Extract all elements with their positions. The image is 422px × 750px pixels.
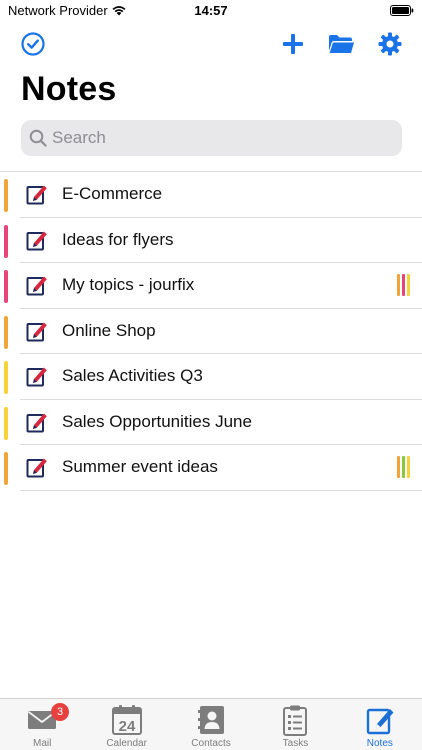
calendar-icon-day: 24 [118, 718, 135, 735]
note-title: Sales Activities Q3 [62, 366, 203, 385]
note-row[interactable]: Summer event ideas [4, 445, 422, 491]
note-row[interactable]: Sales Opportunities June [4, 400, 422, 445]
note-color-bar [4, 270, 8, 303]
note-title: Ideas for flyers [62, 229, 174, 249]
calendar-icon: 24 [111, 705, 142, 735]
note-row[interactable]: Sales Activities Q3 [4, 354, 422, 400]
notes-list: E-Commerce Ideas for flyers My topics - jo… [0, 171, 422, 491]
settings-button[interactable] [376, 30, 404, 58]
note-tag-indicators [397, 274, 410, 296]
note-title: Sales Opportunities June [62, 411, 252, 431]
note-color-bar [4, 452, 8, 485]
note-title: E-Commerce [62, 184, 163, 203]
notes-icon [366, 708, 394, 735]
note-color-bar [4, 406, 8, 440]
tab-label-contacts: Contacts [191, 738, 231, 749]
mail-badge: 3 [51, 703, 69, 721]
note-tag [397, 456, 400, 478]
tab-label-calendar: Calendar [106, 738, 147, 749]
page-title: Notes [21, 70, 117, 108]
edit-note-icon [26, 367, 47, 387]
add-note-button[interactable] [279, 30, 307, 58]
edit-note-icon [26, 458, 47, 478]
edit-note-icon [26, 231, 47, 250]
note-tag-indicators [397, 456, 410, 478]
folders-button[interactable] [327, 30, 355, 58]
folder-icon [329, 35, 354, 53]
edit-note-icon [26, 185, 47, 205]
note-title: Summer event ideas [62, 457, 218, 476]
status-bar: Network Provider 14:57 [0, 0, 422, 22]
search-bar[interactable] [21, 120, 402, 156]
tab-tasks[interactable]: Tasks [253, 699, 337, 750]
tab-label-notes: Notes [366, 738, 393, 749]
tab-notes[interactable]: Notes [338, 699, 422, 750]
plus-icon [283, 34, 303, 54]
search-input[interactable] [52, 128, 372, 148]
note-row[interactable]: E-Commerce [4, 172, 422, 218]
note-color-bar [4, 315, 8, 349]
note-tag [397, 274, 400, 296]
edit-note-icon [26, 322, 47, 341]
edit-note-icon [26, 276, 47, 296]
note-title: Online Shop [62, 320, 156, 340]
note-color-bar [4, 224, 8, 258]
checkmark-circle-icon [21, 32, 45, 56]
clock: 14:57 [194, 3, 228, 18]
note-tag [407, 456, 410, 478]
note-tag [407, 274, 410, 296]
note-color-bar [4, 361, 8, 394]
search-icon [29, 129, 47, 147]
note-row[interactable]: Online Shop [4, 309, 422, 354]
tab-label-mail: Mail [33, 738, 52, 749]
tab-contacts[interactable]: Contacts [169, 699, 253, 750]
note-tag [402, 456, 405, 478]
battery-icon [390, 5, 414, 16]
note-row[interactable]: My topics - jourfix [4, 263, 422, 309]
edit-note-icon [26, 413, 47, 432]
note-color-bar [4, 179, 8, 212]
tab-calendar[interactable]: 24 Calendar [84, 699, 168, 750]
note-title: My topics - jourfix [62, 275, 195, 294]
contacts-icon [198, 706, 225, 734]
note-row[interactable]: Ideas for flyers [4, 218, 422, 263]
tab-bar: 3 Mail 24 Calendar Contacts Tasks Notes [0, 698, 422, 750]
tasks-icon [283, 705, 308, 736]
note-tag [402, 274, 405, 296]
tab-label-tasks: Tasks [282, 738, 309, 749]
select-button[interactable] [19, 30, 47, 58]
tab-mail[interactable]: 3 Mail [0, 699, 84, 750]
gear-icon [378, 32, 402, 56]
